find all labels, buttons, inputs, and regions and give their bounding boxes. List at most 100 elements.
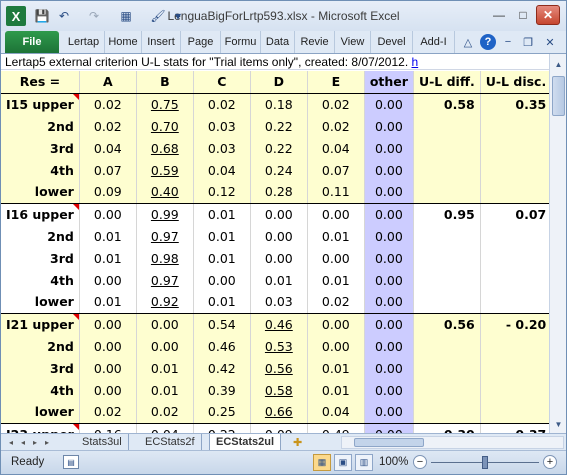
ul-disc-cell[interactable] [480, 181, 553, 204]
report-header-row[interactable]: Lertap5 external criterion U-L stats for… [1, 54, 566, 70]
option-proportion-cell[interactable]: 0.02 [79, 401, 137, 424]
option-proportion-cell[interactable]: 0.12 [193, 181, 251, 204]
other-proportion-cell[interactable]: 0.00 [364, 269, 414, 291]
option-proportion-cell[interactable]: 0.09 [79, 181, 137, 204]
option-proportion-cell[interactable]: 0.02 [307, 291, 365, 314]
option-proportion-cell[interactable]: 0.04 [79, 137, 137, 159]
ul-diff-cell[interactable] [413, 379, 481, 401]
excel-app-icon[interactable]: X [6, 6, 26, 26]
column-header-cell[interactable]: C [193, 71, 251, 94]
option-proportion-cell[interactable]: 0.46 [193, 335, 251, 357]
other-proportion-cell[interactable]: 0.00 [364, 291, 414, 314]
option-proportion-cell[interactable]: 0.22 [250, 137, 308, 159]
option-proportion-cell[interactable]: 0.22 [250, 115, 308, 137]
option-proportion-cell[interactable]: 0.49 [307, 423, 365, 433]
zoom-level[interactable]: 100% [379, 456, 408, 468]
redo-icon[interactable]: ↷ [85, 7, 103, 25]
option-proportion-cell[interactable]: 0.00 [79, 269, 137, 291]
keyed-answer-cell[interactable]: 0.59 [136, 159, 194, 181]
ul-diff-cell[interactable]: 0.30 [413, 423, 481, 433]
file-tab[interactable]: File [5, 31, 59, 53]
keyed-answer-cell[interactable]: 0.70 [136, 115, 194, 137]
last-sheet-icon[interactable]: ▸ [41, 436, 53, 449]
collapse-ribbon-icon[interactable]: △ [460, 34, 476, 50]
option-proportion-cell[interactable]: 0.03 [193, 115, 251, 137]
row-label-cell[interactable]: lower [1, 181, 80, 204]
ul-diff-cell[interactable] [413, 181, 481, 204]
option-proportion-cell[interactable]: 0.00 [79, 357, 137, 379]
keyed-answer-cell[interactable]: 0.58 [250, 379, 308, 401]
option-proportion-cell[interactable]: 0.54 [193, 313, 251, 335]
option-proportion-cell[interactable]: 0.01 [193, 247, 251, 269]
ul-diff-cell[interactable] [413, 137, 481, 159]
option-proportion-cell[interactable]: 0.00 [307, 335, 365, 357]
option-proportion-cell[interactable]: 0.02 [193, 93, 251, 115]
option-proportion-cell[interactable]: 0.01 [79, 225, 137, 247]
option-proportion-cell[interactable]: 0.00 [250, 203, 308, 225]
tab-add-ins[interactable]: Add-I [413, 31, 455, 53]
tab-review[interactable]: Revie [295, 31, 335, 53]
column-header-cell[interactable]: A [79, 71, 137, 94]
row-label-cell[interactable]: I21 upper [1, 313, 80, 335]
option-proportion-cell[interactable]: 0.09 [250, 423, 308, 433]
tab-developer[interactable]: Devel [371, 31, 413, 53]
normal-view-icon[interactable]: ▦ [313, 454, 331, 471]
option-proportion-cell[interactable]: 0.00 [79, 379, 137, 401]
option-proportion-cell[interactable]: 0.04 [307, 401, 365, 424]
next-sheet-icon[interactable]: ▸ [29, 436, 41, 449]
row-label-cell[interactable]: 4th [1, 379, 80, 401]
vertical-scrollbar[interactable]: ▲ ▼ [549, 54, 566, 433]
zoom-in-icon[interactable]: + [543, 455, 557, 469]
help-icon[interactable]: ? [480, 34, 496, 50]
row-label-cell[interactable]: 2nd [1, 335, 80, 357]
option-proportion-cell[interactable]: 0.00 [79, 203, 137, 225]
option-proportion-cell[interactable]: 0.28 [250, 181, 308, 204]
vertical-scroll-thumb[interactable] [552, 76, 565, 116]
option-proportion-cell[interactable]: 0.04 [136, 423, 194, 433]
option-proportion-cell[interactable]: 0.00 [307, 313, 365, 335]
undo-icon[interactable]: ↶ [55, 7, 73, 25]
sheet-tab-ecstats2f[interactable]: ECStats2f [139, 434, 202, 450]
option-proportion-cell[interactable]: 0.02 [79, 93, 137, 115]
zoom-out-icon[interactable]: − [413, 455, 427, 469]
workbook-close-icon[interactable]: ✕ [542, 34, 558, 50]
ul-diff-cell[interactable] [413, 225, 481, 247]
option-proportion-cell[interactable]: 0.02 [136, 401, 194, 424]
option-proportion-cell[interactable]: 0.07 [307, 159, 365, 181]
save-icon[interactable]: 💾 [33, 7, 51, 25]
option-proportion-cell[interactable]: 0.01 [250, 269, 308, 291]
option-proportion-cell[interactable]: 0.02 [307, 93, 365, 115]
keyed-answer-cell[interactable]: 0.66 [250, 401, 308, 424]
option-proportion-cell[interactable]: 0.07 [79, 159, 137, 181]
macro-recording-icon[interactable]: ▤ [63, 455, 79, 469]
worksheet-grid[interactable]: Lertap5 external criterion U-L stats for… [1, 53, 566, 433]
option-proportion-cell[interactable]: 0.00 [193, 269, 251, 291]
ul-disc-cell[interactable] [480, 247, 553, 269]
first-sheet-icon[interactable]: ◂ [5, 436, 17, 449]
option-proportion-cell[interactable]: 0.01 [193, 291, 251, 314]
row-label-cell[interactable]: 2nd [1, 225, 80, 247]
option-proportion-cell[interactable]: 0.01 [193, 225, 251, 247]
row-label-cell[interactable]: lower [1, 401, 80, 424]
option-proportion-cell[interactable]: 0.00 [307, 247, 365, 269]
option-proportion-cell[interactable]: 0.01 [307, 225, 365, 247]
ul-diff-cell[interactable] [413, 401, 481, 424]
ul-diff-cell[interactable] [413, 269, 481, 291]
row-label-cell[interactable]: 4th [1, 159, 80, 181]
ul-disc-cell[interactable] [480, 379, 553, 401]
option-proportion-cell[interactable]: 0.22 [193, 423, 251, 433]
option-proportion-cell[interactable]: 0.01 [307, 357, 365, 379]
option-proportion-cell[interactable]: 0.00 [307, 203, 365, 225]
ul-disc-cell[interactable] [480, 225, 553, 247]
insert-sheet-icon[interactable]: ✚ [287, 434, 308, 450]
option-proportion-cell[interactable]: 0.11 [307, 181, 365, 204]
customize-toolbar-icon[interactable]: ▾ [169, 7, 187, 25]
prev-sheet-icon[interactable]: ◂ [17, 436, 29, 449]
other-proportion-cell[interactable]: 0.00 [364, 247, 414, 269]
other-proportion-cell[interactable]: 0.00 [364, 159, 414, 181]
other-proportion-cell[interactable]: 0.00 [364, 357, 414, 379]
option-proportion-cell[interactable]: 0.16 [79, 423, 137, 433]
ul-disc-cell[interactable] [480, 269, 553, 291]
ul-disc-cell[interactable] [480, 291, 553, 314]
keyed-answer-cell[interactable]: 0.75 [136, 93, 194, 115]
